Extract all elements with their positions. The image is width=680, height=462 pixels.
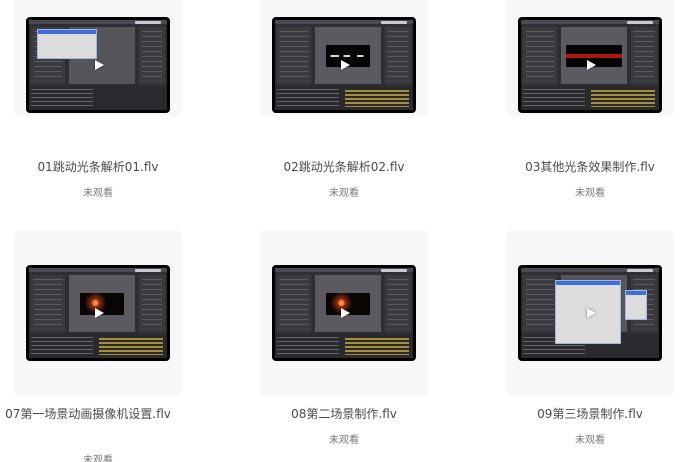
- video-thumbnail[interactable]: [26, 17, 170, 113]
- play-icon[interactable]: [341, 60, 350, 70]
- video-title[interactable]: 07第一场景动画摄像机设置.flv: [0, 403, 176, 425]
- play-icon[interactable]: [587, 60, 596, 70]
- watch-status: 未观看: [575, 435, 605, 446]
- watch-status: 未观看: [575, 188, 605, 199]
- video-thumbnail[interactable]: [518, 17, 662, 113]
- play-icon[interactable]: [95, 60, 104, 70]
- watch-status: 未观看: [83, 188, 113, 199]
- play-icon[interactable]: [587, 308, 596, 318]
- video-grid: 01跳动光条解析01.flv 未观看 02跳动光条解析02.flv 未观看 03…: [0, 0, 680, 462]
- video-title[interactable]: 01跳动光条解析01.flv: [4, 156, 192, 178]
- watch-status: 未观看: [329, 435, 359, 446]
- watch-status: 未观看: [329, 188, 359, 199]
- video-thumbnail[interactable]: [272, 265, 416, 361]
- play-icon[interactable]: [341, 308, 350, 318]
- video-thumbnail[interactable]: [272, 17, 416, 113]
- play-icon[interactable]: [95, 308, 104, 318]
- video-thumbnail[interactable]: [26, 265, 170, 361]
- video-title[interactable]: 09第三场景制作.flv: [496, 403, 680, 425]
- video-title[interactable]: 02跳动光条解析02.flv: [250, 156, 438, 178]
- video-title[interactable]: 08第二场景制作.flv: [250, 403, 438, 425]
- video-title[interactable]: 03其他光条效果制作.flv: [496, 156, 680, 178]
- video-thumbnail[interactable]: [518, 265, 662, 361]
- watch-status: 未观看: [83, 455, 113, 462]
